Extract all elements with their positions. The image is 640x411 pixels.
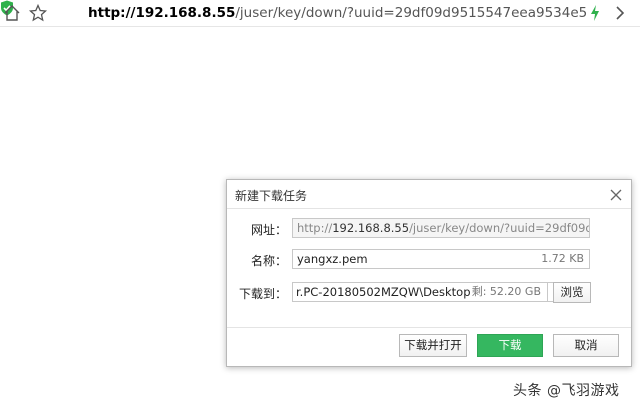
path-label: 下载到： bbox=[238, 287, 287, 301]
home-icon[interactable] bbox=[2, 3, 22, 23]
bolt-icon[interactable] bbox=[590, 5, 600, 21]
browser-toolbar: http://192.168.8.55/juser/key/down/?uuid… bbox=[0, 0, 640, 27]
browse-button[interactable]: 浏览 bbox=[553, 282, 591, 303]
dialog-body: 网址： http://192.168.8.55/juser/key/down/?… bbox=[227, 208, 631, 328]
chevron-icon[interactable] bbox=[614, 6, 626, 20]
dialog-title: 新建下载任务 bbox=[235, 189, 308, 203]
star-icon[interactable] bbox=[28, 3, 48, 23]
download-button[interactable]: 下载 bbox=[477, 334, 543, 357]
address-bar[interactable]: http://192.168.8.55/juser/key/down/?uuid… bbox=[88, 3, 588, 23]
save-path-value: r.PC-20180502MZQW\Desktop bbox=[296, 285, 471, 299]
name-label: 名称： bbox=[250, 254, 287, 268]
new-download-dialog: 新建下载任务 网址： http://192.168.8.55/juser/key… bbox=[226, 179, 632, 367]
cancel-button[interactable]: 取消 bbox=[553, 334, 619, 357]
close-icon[interactable] bbox=[609, 188, 623, 202]
file-size: 1.72 KB bbox=[541, 252, 584, 265]
save-path-field[interactable]: r.PC-20180502MZQW\Desktop 剩: 52.20 GB bbox=[292, 282, 548, 302]
url-label: 网址： bbox=[250, 223, 287, 237]
name-field[interactable]: yangxz.pem 1.72 KB bbox=[292, 249, 590, 269]
url-host: http://192.168.8.55 bbox=[88, 5, 236, 21]
watermark: 头条 @飞羽游戏 bbox=[513, 383, 620, 399]
url-field[interactable]: http://192.168.8.55/juser/key/down/?uuid… bbox=[292, 218, 590, 238]
url-field-host: 192.168.8.55 bbox=[332, 221, 410, 235]
download-and-open-button[interactable]: 下载并打开 bbox=[399, 334, 467, 357]
url-path: /juser/key/down/?uuid=29df09d9515547eea9… bbox=[235, 5, 588, 21]
free-space: 剩: 52.20 GB bbox=[469, 283, 541, 301]
url-field-rest: /juser/key/down/?uuid=29df09d951554 bbox=[409, 221, 589, 235]
url-prefix: http:// bbox=[297, 221, 333, 235]
name-value: yangxz.pem bbox=[297, 252, 368, 266]
